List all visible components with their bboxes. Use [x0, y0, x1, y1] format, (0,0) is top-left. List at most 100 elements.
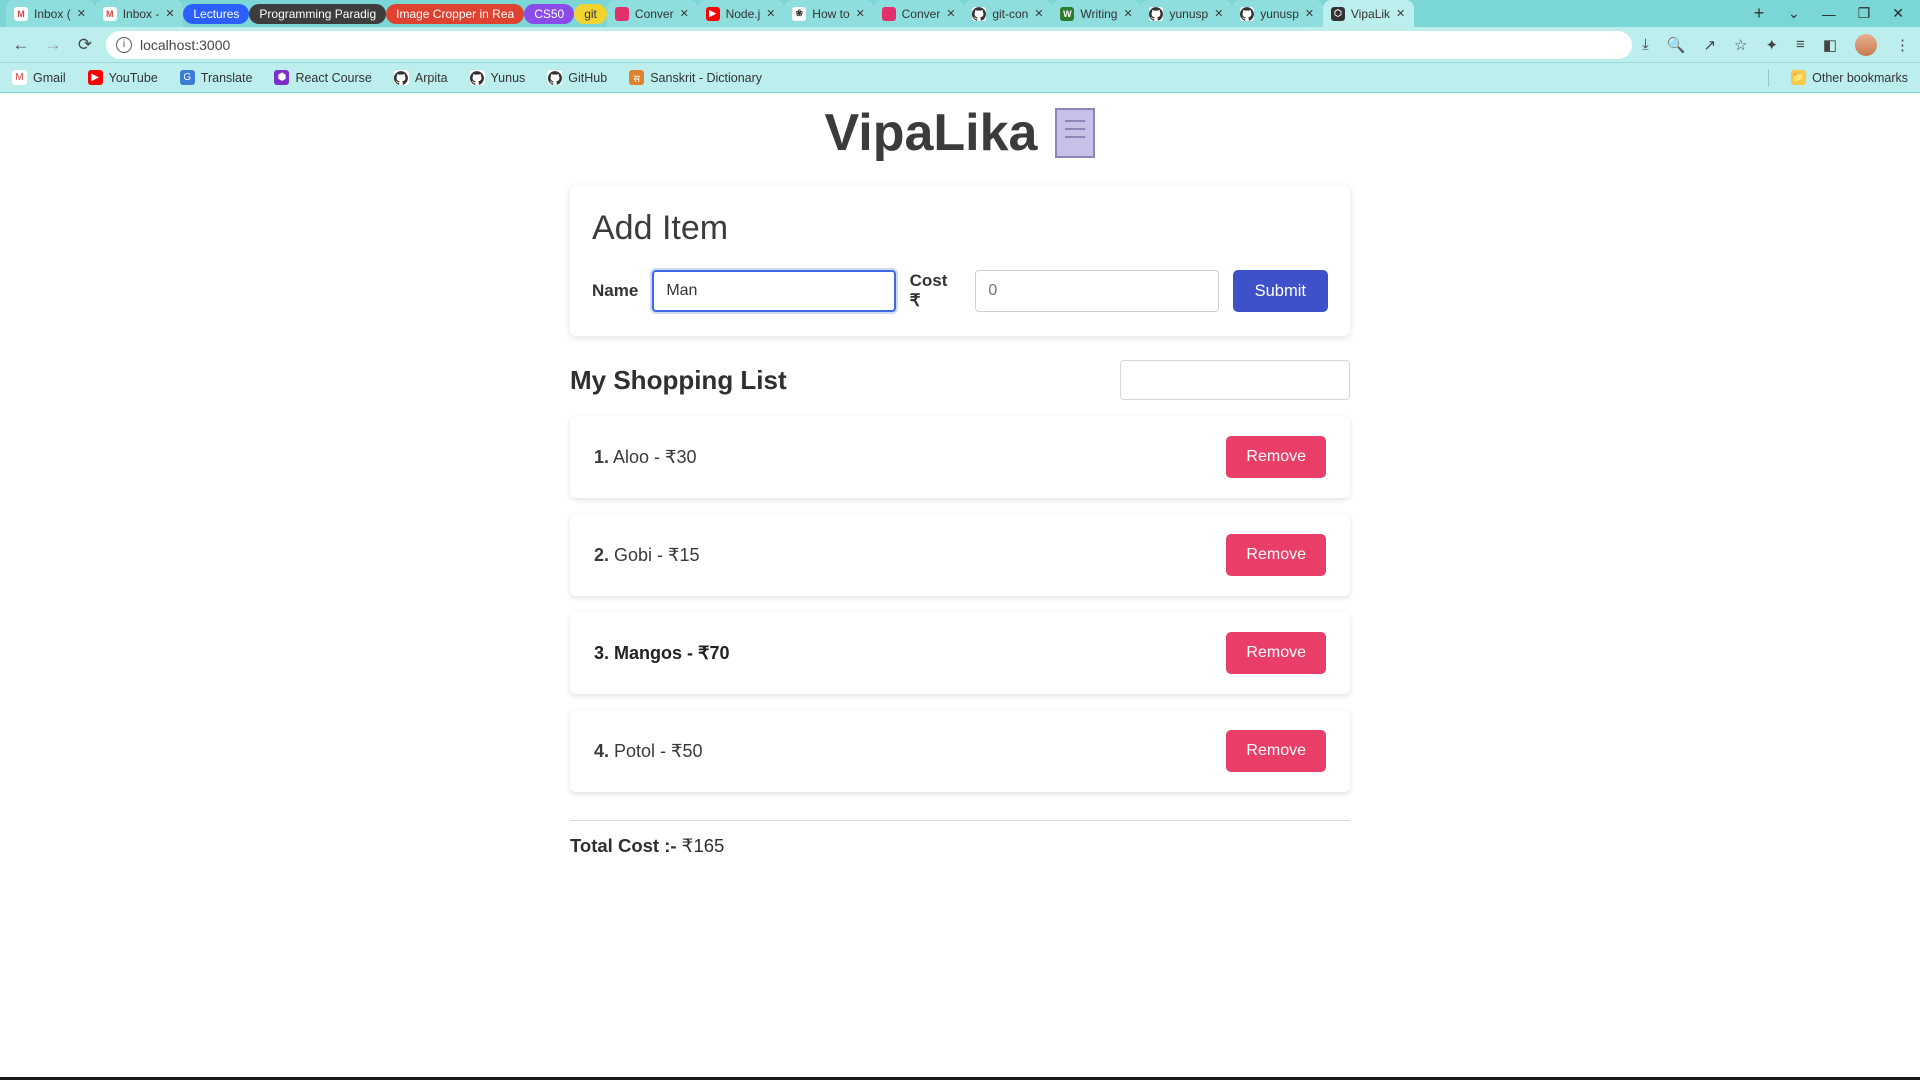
- total-value: ₹165: [682, 835, 725, 856]
- close-icon[interactable]: ✕: [1034, 7, 1044, 20]
- tab-favicon: W: [1060, 7, 1074, 21]
- close-icon[interactable]: ✕: [1305, 7, 1315, 20]
- list-item-text: 3. Mangos - ₹70: [594, 643, 730, 664]
- browser-tab[interactable]: CS50: [524, 4, 574, 24]
- browser-tab[interactable]: git: [574, 4, 607, 24]
- close-icon[interactable]: ✕: [856, 7, 866, 20]
- close-icon[interactable]: ✕: [946, 7, 956, 20]
- total-divider: [570, 820, 1350, 821]
- chrome-menu-icon[interactable]: ⋮: [1895, 36, 1910, 54]
- close-icon[interactable]: ✕: [680, 7, 690, 20]
- tab-title: yunusp: [1169, 7, 1208, 21]
- document-icon: [1055, 108, 1095, 158]
- reload-button[interactable]: ⟳: [74, 35, 96, 55]
- bookmark-item[interactable]: सSanskrit - Dictionary: [629, 70, 762, 85]
- close-icon[interactable]: ✕: [766, 7, 776, 20]
- browser-tab[interactable]: yunusp ✕: [1141, 0, 1232, 27]
- reading-list-icon[interactable]: ≡: [1796, 36, 1805, 53]
- close-icon[interactable]: ✕: [77, 7, 87, 20]
- browser-tab[interactable]: Conver✕: [874, 0, 965, 27]
- bookmark-item[interactable]: ⬢React Course: [274, 70, 371, 85]
- bookmark-item[interactable]: Arpita: [394, 70, 448, 85]
- zoom-icon[interactable]: 🔍: [1667, 36, 1686, 54]
- tab-title: yunusp: [1260, 7, 1299, 21]
- cost-input[interactable]: [975, 270, 1218, 312]
- add-item-card: Add Item Name Cost ₹ Submit: [570, 185, 1350, 336]
- bookmark-icon: [470, 70, 485, 85]
- bookmark-label: Arpita: [415, 71, 448, 85]
- submit-button[interactable]: Submit: [1233, 270, 1328, 312]
- forward-button[interactable]: →: [42, 35, 64, 55]
- browser-tab[interactable]: Image Cropper in Rea: [386, 4, 524, 24]
- remove-button[interactable]: Remove: [1226, 534, 1326, 576]
- url-text: localhost:3000: [140, 37, 230, 53]
- list-filter-input[interactable]: [1120, 360, 1350, 400]
- tab-title: Programming Paradig: [259, 7, 376, 21]
- bookmark-item[interactable]: Yunus: [470, 70, 526, 85]
- window-maximize-icon[interactable]: ❐: [1858, 5, 1871, 22]
- bookmark-label: React Course: [295, 71, 371, 85]
- browser-tab[interactable]: ▶ Node.j ✕: [698, 0, 785, 27]
- bookmark-item[interactable]: G Translate: [180, 70, 253, 85]
- profile-avatar[interactable]: [1855, 34, 1877, 56]
- back-button[interactable]: ←: [10, 35, 32, 55]
- side-panel-icon[interactable]: ◧: [1823, 36, 1837, 54]
- remove-button[interactable]: Remove: [1226, 730, 1326, 772]
- window-close-icon[interactable]: ✕: [1892, 5, 1904, 22]
- bookmarks-bar: MGmail ▶YouTube G Translate ⬢React Course Arp…: [0, 63, 1920, 93]
- list-item-text: 2. Gobi - ₹15: [594, 545, 700, 566]
- extensions-icon[interactable]: ✦: [1765, 36, 1778, 54]
- tab-title: Node.j: [726, 7, 761, 21]
- window-dropdown-icon[interactable]: ⌄: [1788, 5, 1800, 22]
- remove-button[interactable]: Remove: [1226, 436, 1326, 478]
- tab-title: git-con: [992, 7, 1028, 21]
- address-bar[interactable]: i localhost:3000: [106, 31, 1632, 59]
- browser-tab[interactable]: Conver ✕: [607, 0, 698, 27]
- close-icon[interactable]: ✕: [1396, 7, 1406, 20]
- install-app-icon[interactable]: ⤓: [1642, 36, 1649, 53]
- tab-title: Inbox (: [34, 7, 71, 21]
- bookmark-icon: G: [180, 70, 195, 85]
- bookmark-label: Translate: [201, 71, 253, 85]
- browser-tab[interactable]: MInbox -✕: [95, 0, 184, 27]
- share-icon[interactable]: ↗: [1703, 36, 1716, 54]
- site-info-icon[interactable]: i: [116, 37, 132, 53]
- window-minimize-icon[interactable]: —: [1822, 6, 1836, 22]
- list-item: 2. Gobi - ₹15 Remove: [570, 514, 1350, 596]
- browser-tab-active[interactable]: ⬡VipaLik✕: [1323, 0, 1414, 27]
- total-label: Total Cost :-: [570, 835, 677, 856]
- name-input[interactable]: [652, 270, 895, 312]
- browser-tab[interactable]: MInbox (✕: [6, 0, 95, 27]
- browser-tab[interactable]: ❀ How to ✕: [784, 0, 873, 27]
- browser-tab[interactable]: git-con ✕: [964, 0, 1052, 27]
- new-tab-button[interactable]: +: [1746, 0, 1772, 27]
- browser-tab[interactable]: Programming Paradig: [249, 4, 386, 24]
- browser-tab[interactable]: Lectures: [183, 4, 249, 24]
- window-controls: ⌄ — ❐ ✕: [1772, 0, 1920, 27]
- close-icon[interactable]: ✕: [1214, 7, 1224, 20]
- close-icon[interactable]: ✕: [165, 7, 175, 20]
- bookmark-star-icon[interactable]: ☆: [1734, 36, 1747, 54]
- bookmark-item[interactable]: MGmail: [12, 70, 66, 85]
- tab-title: Conver: [635, 7, 674, 21]
- tab-title: Inbox -: [123, 7, 160, 21]
- bookmark-item[interactable]: ▶YouTube: [88, 70, 158, 85]
- remove-button[interactable]: Remove: [1226, 632, 1326, 674]
- other-bookmarks[interactable]: 📁 Other bookmarks: [1791, 70, 1908, 85]
- tab-title: Lectures: [193, 7, 239, 21]
- bookmarks-separator: [1768, 69, 1769, 87]
- list-item-text: 4. Potol - ₹50: [594, 741, 703, 762]
- bookmark-item[interactable]: GitHub: [547, 70, 607, 85]
- list-item: 4. Potol - ₹50 Remove: [570, 710, 1350, 792]
- browser-tab[interactable]: W Writing ✕: [1052, 0, 1141, 27]
- tab-title: Image Cropper in Rea: [396, 7, 514, 21]
- browser-tab-strip: MInbox (✕MInbox -✕LecturesProgramming Pa…: [0, 0, 1920, 27]
- tab-favicon: ❀: [792, 7, 806, 21]
- tab-title: Writing: [1080, 7, 1117, 21]
- tab-favicon: [972, 7, 986, 21]
- browser-tab[interactable]: yunusp ✕: [1232, 0, 1323, 27]
- bookmark-icon: M: [12, 70, 27, 85]
- close-icon[interactable]: ✕: [1123, 7, 1133, 20]
- tab-title: How to: [812, 7, 849, 21]
- tab-favicon: ▶: [706, 7, 720, 21]
